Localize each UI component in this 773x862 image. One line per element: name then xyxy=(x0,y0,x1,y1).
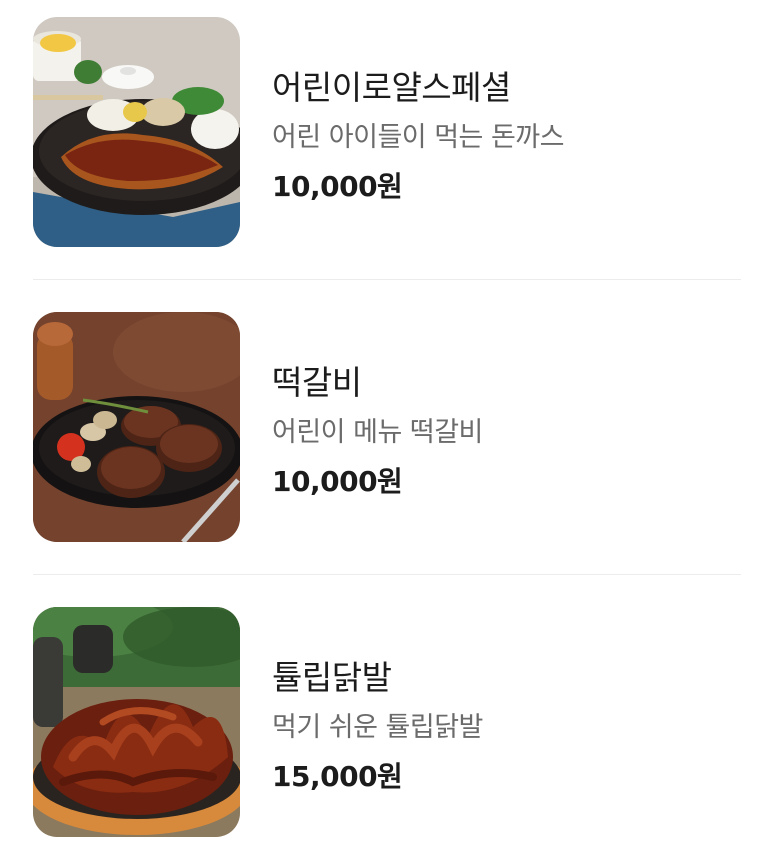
tteokgalbi-plate-photo xyxy=(33,312,240,542)
menu-item-price: 15,000원 xyxy=(272,760,403,793)
menu-list: 어린이로얄스페셜 어린 아이들이 먹는 돈까스 10,000원 떡갈비 어린이 … xyxy=(0,0,773,862)
menu-item-info: 어린이로얄스페셜 어린 아이들이 먹는 돈까스 10,000원 xyxy=(272,17,742,247)
menu-item-tulip-chicken-feet[interactable]: 튤립닭발 먹기 쉬운 튤립닭발 15,000원 xyxy=(0,607,773,837)
divider xyxy=(33,574,741,575)
menu-item-tteokgalbi[interactable]: 떡갈비 어린이 메뉴 떡갈비 10,000원 xyxy=(0,312,773,542)
menu-item-description: 먹기 쉬운 튤립닭발 xyxy=(272,712,483,743)
tonkatsu-plate-photo xyxy=(33,17,240,247)
chicken-feet-platter-photo xyxy=(33,607,240,837)
menu-item-kids-royal-special[interactable]: 어린이로얄스페셜 어린 아이들이 먹는 돈까스 10,000원 xyxy=(0,17,773,247)
menu-item-name: 떡갈비 xyxy=(272,363,362,402)
menu-item-price: 10,000원 xyxy=(272,465,403,498)
menu-item-info: 떡갈비 어린이 메뉴 떡갈비 10,000원 xyxy=(272,312,742,542)
divider xyxy=(33,279,741,280)
menu-item-description: 어린이 메뉴 떡갈비 xyxy=(272,417,483,448)
menu-item-price: 10,000원 xyxy=(272,170,403,203)
menu-item-description: 어린 아이들이 먹는 돈까스 xyxy=(272,122,565,153)
menu-item-name: 튤립닭발 xyxy=(272,658,392,697)
menu-item-info: 튤립닭발 먹기 쉬운 튤립닭발 15,000원 xyxy=(272,607,742,837)
menu-item-name: 어린이로얄스페셜 xyxy=(272,68,511,107)
